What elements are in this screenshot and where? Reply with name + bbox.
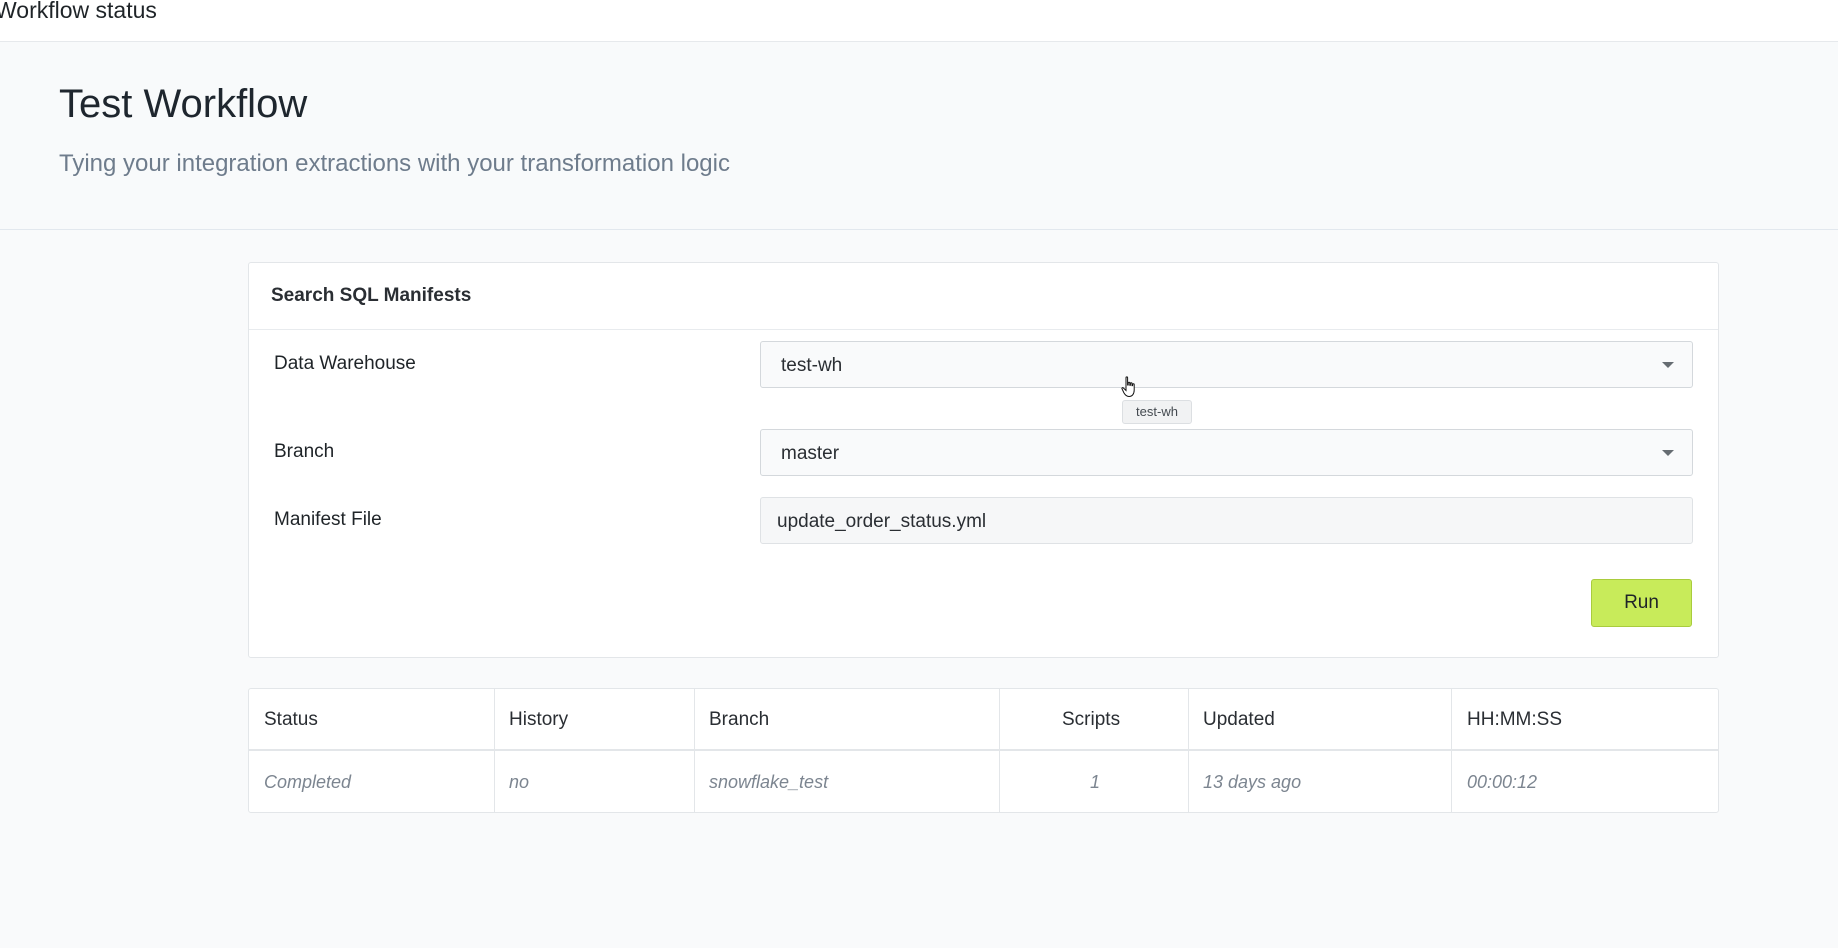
column-divider [494, 689, 495, 812]
column-divider [1451, 689, 1452, 812]
page-title: Test Workflow [59, 82, 308, 126]
top-bar-title: Workflow status [0, 0, 157, 23]
cell-updated: 13 days ago [1203, 772, 1302, 792]
column-header-updated: Updated [1203, 709, 1275, 730]
manifest-file-input[interactable]: update_order_status.yml [760, 497, 1693, 544]
search-manifests-card: Search SQL Manifests Data Warehouse test… [248, 262, 1719, 658]
top-bar: Workflow status [0, 0, 1838, 42]
chevron-down-icon [1662, 362, 1674, 368]
page-header: Test Workflow Tying your integration ext… [0, 42, 1838, 230]
cell-scripts: 1 [1090, 772, 1101, 792]
cell-history: no [509, 772, 530, 792]
cell-status: Completed [264, 772, 352, 792]
cell-duration: 00:00:12 [1467, 772, 1538, 792]
warehouse-tooltip: test-wh [1122, 400, 1192, 424]
column-divider [999, 689, 1000, 812]
page-subtitle: Tying your integration extractions with … [59, 150, 730, 177]
data-warehouse-value: test-wh [781, 355, 843, 376]
card-header: Search SQL Manifests [249, 263, 1718, 330]
column-header-duration: HH:MM:SS [1467, 709, 1562, 730]
column-header-branch: Branch [709, 709, 770, 730]
card-title: Search SQL Manifests [271, 285, 472, 306]
column-header-history: History [509, 709, 569, 730]
data-warehouse-select[interactable]: test-wh [760, 341, 1693, 388]
column-divider [694, 689, 695, 812]
manifest-file-label: Manifest File [274, 509, 382, 530]
run-button[interactable]: Run [1591, 579, 1692, 627]
branch-value: master [781, 443, 840, 464]
column-header-status: Status [264, 709, 318, 730]
manifest-file-value: update_order_status.yml [777, 511, 987, 532]
workflow-status-table: Status History Branch Scripts Updated HH… [248, 688, 1719, 813]
branch-label: Branch [274, 441, 335, 462]
table-row[interactable]: Completed no snowflake_test 1 13 days ag… [249, 751, 1718, 812]
branch-select[interactable]: master [760, 429, 1693, 476]
hand-pointer-icon [1121, 376, 1135, 398]
table-header: Status History Branch Scripts Updated HH… [249, 689, 1718, 751]
column-header-scripts: Scripts [1062, 709, 1121, 730]
chevron-down-icon [1662, 450, 1674, 456]
column-divider [1188, 689, 1189, 812]
cell-branch: snowflake_test [709, 772, 829, 792]
data-warehouse-label: Data Warehouse [274, 353, 416, 374]
